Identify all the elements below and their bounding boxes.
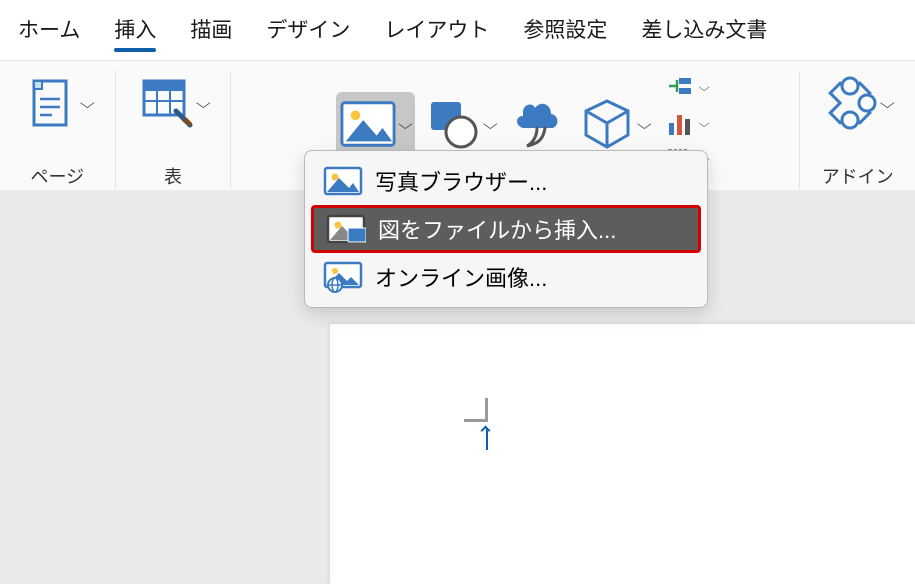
tab-mailings[interactable]: 差し込み文書 [641, 14, 767, 50]
smartart-button[interactable]: ⌵ [666, 71, 708, 105]
online-pictures-icon [323, 261, 363, 293]
picture-from-file-icon [326, 213, 366, 245]
document-page[interactable] [330, 324, 915, 584]
3dmodels-button[interactable]: ⌵ [575, 92, 654, 156]
tab-design[interactable]: デザイン [266, 14, 350, 50]
group-pages: ⌵ ページ [0, 71, 116, 189]
addins-button[interactable]: ⌵ [818, 71, 897, 135]
picture-icon [340, 96, 396, 152]
tab-insert[interactable]: 挿入 [114, 14, 156, 50]
cube-icon [579, 96, 635, 152]
chevron-down-icon: ⌵ [699, 118, 710, 131]
shapes-icon [425, 96, 481, 152]
menu-photo-browser[interactable]: 写真ブラウザー... [305, 157, 707, 205]
group-label-pages: ページ [30, 163, 84, 189]
addins-icon [822, 75, 878, 131]
chart-button[interactable]: ⌵ [666, 107, 708, 141]
smartart-icon [666, 74, 696, 102]
menu-label: 図をファイルから挿入... [378, 213, 616, 245]
photo-browser-icon [323, 165, 363, 197]
icons-icon [509, 96, 565, 152]
chevron-down-icon: ⌵ [637, 116, 652, 133]
chevron-down-icon: ⌵ [398, 116, 413, 133]
shapes-button[interactable]: ⌵ [421, 92, 500, 156]
chevron-down-icon: ⌵ [699, 82, 710, 95]
group-addins: ⌵ アドイン [800, 71, 915, 189]
page-icon [22, 75, 78, 131]
chart-icon [666, 110, 696, 138]
tab-layout[interactable]: レイアウト [384, 14, 489, 50]
pictures-dropdown-menu: 写真ブラウザー... 図をファイルから挿入... オンライン画像... [304, 150, 708, 308]
chevron-down-icon: ⌵ [483, 116, 498, 133]
pages-button[interactable]: ⌵ [18, 71, 97, 135]
tab-references[interactable]: 参照設定 [523, 14, 607, 50]
group-label-addins: アドイン [822, 163, 894, 189]
icons-button[interactable] [505, 92, 569, 156]
table-icon [138, 75, 194, 131]
group-label-tables: 表 [164, 163, 182, 189]
group-tables: ⌵ 表 [116, 71, 232, 189]
menu-label: 写真ブラウザー... [375, 165, 547, 197]
tab-home[interactable]: ホーム [18, 14, 80, 50]
tables-button[interactable]: ⌵ [134, 71, 213, 135]
menu-picture-from-file[interactable]: 図をファイルから挿入... [311, 205, 701, 253]
ribbon-tabs: ホーム 挿入 描画 デザイン レイアウト 参照設定 差し込み文書 [0, 0, 915, 60]
menu-online-pictures[interactable]: オンライン画像... [305, 253, 707, 301]
chevron-down-icon: ⌵ [80, 95, 95, 112]
text-cursor [464, 398, 488, 422]
pictures-button[interactable]: ⌵ [336, 92, 415, 156]
menu-label: オンライン画像... [375, 261, 547, 293]
chevron-down-icon: ⌵ [196, 95, 211, 112]
tab-draw[interactable]: 描画 [190, 14, 232, 50]
chevron-down-icon: ⌵ [880, 95, 895, 112]
